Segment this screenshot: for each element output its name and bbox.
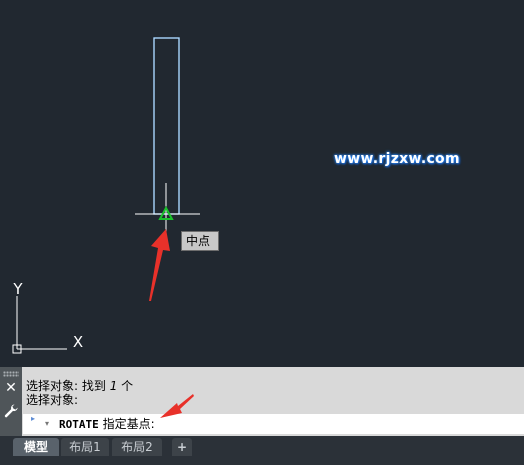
wrench-icon[interactable] <box>3 403 19 419</box>
command-prompt-arrow-icon: ▸ <box>31 414 36 423</box>
tab-layout1[interactable]: 布局1 <box>61 438 109 456</box>
command-input[interactable]: ▸ ▾ ROTATE 指定基点: <box>23 414 524 434</box>
command-history-line-2: 选择对象: <box>26 393 79 407</box>
drawing-viewport[interactable]: Y X www.rjzxw.com 中点 <box>0 0 524 367</box>
ucs-y-label: Y <box>12 280 23 298</box>
command-history-line-1: 选择对象: 找到 1 个 <box>26 379 133 393</box>
history-text: 个 <box>117 379 134 393</box>
command-prompt-text: 指定基点: <box>98 417 155 431</box>
command-name: ROTATE <box>59 418 99 431</box>
snap-tooltip: 中点 <box>181 231 219 251</box>
recent-commands-dropdown-icon[interactable]: ▾ <box>45 420 53 428</box>
command-prompt: ROTATE 指定基点: <box>59 417 155 432</box>
layout-tab-bar: 模型 布局1 布局2 + <box>0 436 524 465</box>
ucs-icon <box>12 296 67 354</box>
tab-model[interactable]: 模型 <box>13 438 59 456</box>
add-layout-button[interactable]: + <box>172 438 192 456</box>
watermark-text: www.rjzxw.com <box>334 151 460 167</box>
history-text: 选择对象: 找到 <box>26 379 110 393</box>
grip-handle-icon[interactable] <box>3 371 19 377</box>
drawing-canvas[interactable]: Y X <box>0 0 524 367</box>
command-line-panel: ✕ 选择对象: 找到 1 个 选择对象: ▸ ▾ ROTATE 指定基点: <box>0 367 524 436</box>
ucs-x-label: X <box>73 333 83 351</box>
command-line-sidebar: ✕ <box>0 367 22 436</box>
close-icon[interactable]: ✕ <box>4 381 18 395</box>
tab-layout2[interactable]: 布局2 <box>112 438 162 456</box>
